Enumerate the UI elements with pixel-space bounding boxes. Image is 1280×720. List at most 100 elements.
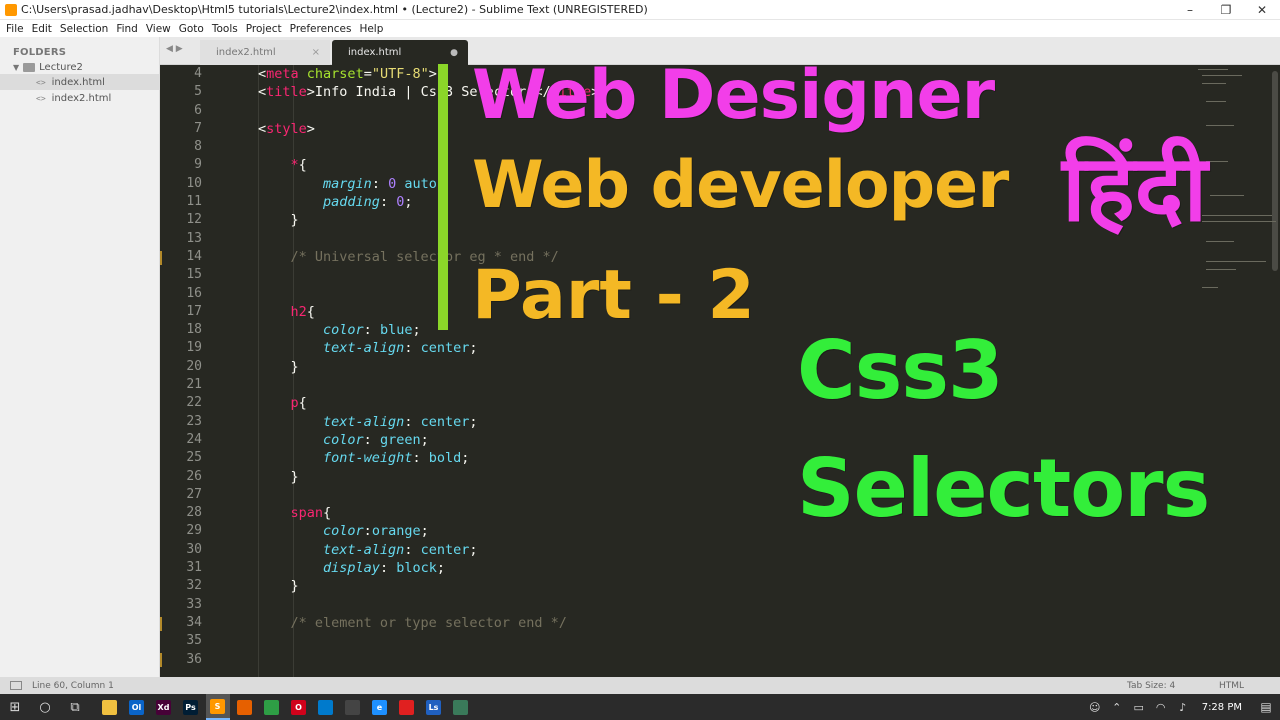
status-bar: Line 60, Column 1 Tab Size: 4 HTML	[0, 677, 1280, 694]
volume-icon[interactable]: ♪	[1172, 701, 1194, 714]
line-number: 18	[186, 322, 202, 338]
line-number: 22	[186, 395, 202, 411]
maximize-button[interactable]: ❐	[1208, 0, 1244, 20]
menu-selection[interactable]: Selection	[56, 23, 112, 35]
taskbar-app-generic-green[interactable]	[449, 694, 473, 720]
overlay-title-web-designer: Web Designer	[472, 56, 995, 135]
search-icon[interactable]: ○	[30, 694, 60, 720]
minimize-button[interactable]: –	[1172, 0, 1208, 20]
line-number: 17	[186, 303, 202, 319]
unsaved-dot-icon[interactable]: ●	[450, 48, 458, 58]
sidebar-folder-lecture2[interactable]: ▼ Lecture2	[0, 58, 159, 74]
code-file-icon: <>	[36, 77, 46, 87]
menu-edit[interactable]: Edit	[28, 23, 56, 35]
chevron-down-icon[interactable]: ▼	[13, 63, 19, 72]
line-number: 32	[186, 578, 202, 594]
scrollbar[interactable]	[1272, 71, 1278, 271]
menu-goto[interactable]: Goto	[175, 23, 208, 35]
sidebar-file-index2[interactable]: <> index2.html	[0, 90, 159, 106]
line-number: 24	[186, 431, 202, 447]
taskbar-app-edge[interactable]: e	[368, 694, 392, 720]
menu-view[interactable]: View	[142, 23, 175, 35]
line-number: 7	[194, 120, 202, 136]
panel-toggle-icon[interactable]	[10, 681, 22, 690]
overlay-title-selectors: Selectors	[797, 442, 1210, 535]
tab-nav-arrows-icon[interactable]: ◀ ▶	[166, 44, 183, 54]
taskbar-app-vscode[interactable]	[314, 694, 338, 720]
taskbar-app-opera[interactable]: O	[287, 694, 311, 720]
line-number: 9	[194, 157, 202, 173]
code-line: display: block;	[323, 560, 445, 577]
line-number: 26	[186, 468, 202, 484]
line-number: 12	[186, 212, 202, 228]
taskbar-app-firefox[interactable]	[233, 694, 257, 720]
menu-file[interactable]: File	[2, 23, 28, 35]
generic-red-icon	[399, 699, 414, 715]
clock[interactable]: 7:28 PM	[1194, 702, 1252, 713]
taskbar-app-file-explorer[interactable]	[98, 694, 122, 720]
code-line: text-align: center;	[323, 413, 478, 430]
tab-index[interactable]: index.html ●	[332, 40, 468, 65]
line-number: 28	[186, 505, 202, 521]
overlay-title-part: Part - 2	[472, 256, 755, 335]
wifi-icon[interactable]: ◠	[1150, 701, 1172, 714]
menu-project[interactable]: Project	[242, 23, 286, 35]
code-line: color:orange;	[323, 523, 429, 540]
taskbar-app-photoshop[interactable]: Ps	[179, 694, 203, 720]
network-icon[interactable]: ▭	[1128, 701, 1150, 714]
firefox-icon	[237, 699, 252, 715]
line-number: 5	[194, 84, 202, 100]
line-number: 29	[186, 523, 202, 539]
overlay-title-web-developer: Web developer	[472, 148, 1009, 223]
tab-label: index.html	[348, 47, 402, 58]
code-line: span{	[290, 505, 332, 522]
taskbar-app-chrome[interactable]	[260, 694, 284, 720]
close-button[interactable]: ✕	[1244, 0, 1280, 20]
sidebar-file-index[interactable]: <> index.html	[0, 74, 159, 90]
line-number: 33	[186, 596, 202, 612]
windows-start-icon[interactable]: ⊞	[0, 694, 30, 720]
menu-preferences[interactable]: Preferences	[286, 23, 356, 35]
taskbar-app-generic-red[interactable]	[395, 694, 419, 720]
taskbar-app-generic-blue[interactable]: Ls	[422, 694, 446, 720]
tab-index2[interactable]: index2.html ×	[200, 40, 330, 65]
minimap-line	[1210, 195, 1244, 196]
title-bar: C:\Users\prasad.jadhav\Desktop\Html5 tut…	[0, 0, 1280, 20]
windows-taskbar: ⊞ ○ ⧉ Ol Xd Ps S Oe Ls ☺ ⌃ ▭ ◠ ♪ 7:28 PM ▤	[0, 694, 1280, 720]
taskbar-app-outlook[interactable]: Ol	[125, 694, 149, 720]
sidebar: FOLDERS ▼ Lecture2 <> index.html <> inde…	[0, 37, 160, 677]
line-number: 34	[186, 614, 202, 630]
modified-line-marker	[160, 617, 162, 631]
taskbar-app-terminal[interactable]	[341, 694, 365, 720]
line-number: 6	[194, 102, 202, 118]
minimap-line	[1206, 161, 1228, 162]
tab-size-indicator[interactable]: Tab Size: 4	[1127, 681, 1175, 691]
line-number: 11	[186, 194, 202, 210]
folders-header: FOLDERS	[13, 47, 67, 58]
taskbar-app-sublime-text[interactable]: S	[205, 694, 230, 720]
file-explorer-icon	[102, 699, 117, 715]
minimap-line	[1206, 101, 1226, 102]
minimap-line	[1202, 287, 1218, 288]
menu-tools[interactable]: Tools	[208, 23, 242, 35]
modified-line-marker	[160, 251, 162, 265]
line-number: 35	[186, 633, 202, 649]
system-tray: ☺ ⌃ ▭ ◠ ♪ 7:28 PM ▤	[1084, 694, 1280, 720]
line-number: 13	[186, 230, 202, 246]
taskbar-apps: Ol Xd Ps S Oe Ls	[96, 694, 474, 720]
minimap-line	[1206, 241, 1234, 242]
task-view-icon[interactable]: ⧉	[60, 694, 90, 720]
taskbar-app-adobe-xd[interactable]: Xd	[152, 694, 176, 720]
menu-find[interactable]: Find	[112, 23, 142, 35]
syntax-indicator[interactable]: HTML	[1219, 681, 1244, 691]
chevron-up-icon[interactable]: ⌃	[1106, 701, 1128, 714]
notification-icon[interactable]: ▤	[1252, 694, 1280, 720]
people-icon[interactable]: ☺	[1084, 701, 1106, 714]
close-icon[interactable]: ×	[312, 47, 320, 58]
menu-help[interactable]: Help	[355, 23, 387, 35]
